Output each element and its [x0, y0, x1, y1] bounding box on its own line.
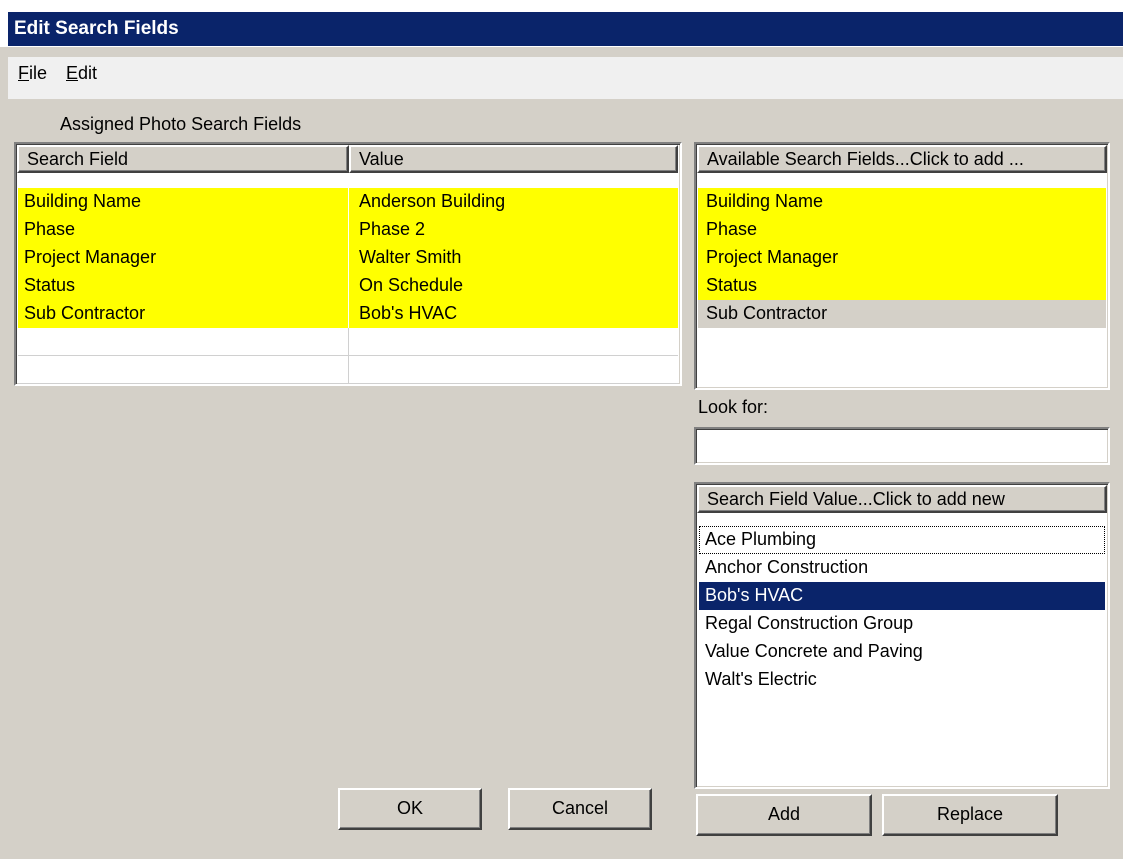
cell-value: On Schedule [349, 272, 678, 300]
cancel-button[interactable]: Cancel [508, 788, 652, 830]
menu-bar: File Edit [8, 57, 1123, 99]
grid-divider [18, 383, 678, 384]
field-values-list[interactable]: Search Field Value...Click to add new Ac… [694, 482, 1110, 789]
assigned-fields-grid[interactable]: Search Field Value Building Name Anderso… [14, 142, 682, 386]
grid-divider [18, 355, 678, 356]
add-button[interactable]: Add [696, 794, 872, 836]
cell-field: Phase [18, 216, 348, 244]
ok-button[interactable]: OK [338, 788, 482, 830]
field-value-item[interactable]: Anchor Construction [699, 554, 1105, 582]
look-for-label: Look for: [698, 397, 769, 417]
cell-value [349, 328, 678, 356]
assigned-fields-label: Assigned Photo Search Fields [60, 114, 302, 134]
table-row[interactable]: Project Manager Walter Smith [18, 244, 678, 272]
available-fields-list[interactable]: Available Search Fields...Click to add .… [694, 142, 1110, 390]
cell-field: Status [18, 272, 348, 300]
grid-divider [348, 328, 349, 384]
header-search-field[interactable]: Search Field [17, 145, 349, 173]
field-value-item[interactable]: Regal Construction Group [699, 610, 1105, 638]
field-value-item[interactable]: Walt's Electric [699, 666, 1105, 694]
cell-field [18, 328, 348, 356]
available-field-item[interactable]: Project Manager [698, 244, 1106, 272]
menu-file-accel: F [18, 63, 29, 83]
replace-button[interactable]: Replace [882, 794, 1058, 836]
look-for-input[interactable] [694, 427, 1110, 465]
header-value[interactable]: Value [349, 145, 678, 173]
field-value-item[interactable]: Ace Plumbing [699, 526, 1105, 554]
table-row[interactable]: Phase Phase 2 [18, 216, 678, 244]
cell-field [18, 356, 348, 384]
menu-edit-rest: dit [78, 63, 98, 83]
title-bar: Edit Search Fields [0, 0, 1123, 47]
cell-value: Walter Smith [349, 244, 678, 272]
available-field-item[interactable]: Sub Contractor [698, 300, 1106, 328]
cell-value: Anderson Building [349, 188, 678, 216]
cell-value [349, 356, 678, 384]
available-fields-header[interactable]: Available Search Fields...Click to add .… [697, 145, 1107, 173]
field-values-header[interactable]: Search Field Value...Click to add new [697, 485, 1107, 513]
menu-file[interactable]: File [18, 63, 47, 84]
available-field-item[interactable]: Phase [698, 216, 1106, 244]
table-row[interactable]: Building Name Anderson Building [18, 188, 678, 216]
menu-file-rest: ile [29, 63, 48, 83]
window-title: Edit Search Fields [8, 12, 1123, 46]
cell-value: Phase 2 [349, 216, 678, 244]
table-row[interactable]: Sub Contractor Bob's HVAC [18, 300, 678, 328]
cell-field: Building Name [18, 188, 348, 216]
field-value-item[interactable]: Value Concrete and Paving [699, 638, 1105, 666]
cell-value: Bob's HVAC [349, 300, 678, 328]
available-field-item[interactable]: Building Name [698, 188, 1106, 216]
cell-field: Sub Contractor [18, 300, 348, 328]
available-field-item[interactable]: Status [698, 272, 1106, 300]
menu-edit-accel: E [66, 63, 79, 83]
cell-field: Project Manager [18, 244, 348, 272]
table-row[interactable]: Status On Schedule [18, 272, 678, 300]
menu-edit[interactable]: Edit [66, 63, 97, 84]
field-value-item-selected[interactable]: Bob's HVAC [699, 582, 1105, 610]
